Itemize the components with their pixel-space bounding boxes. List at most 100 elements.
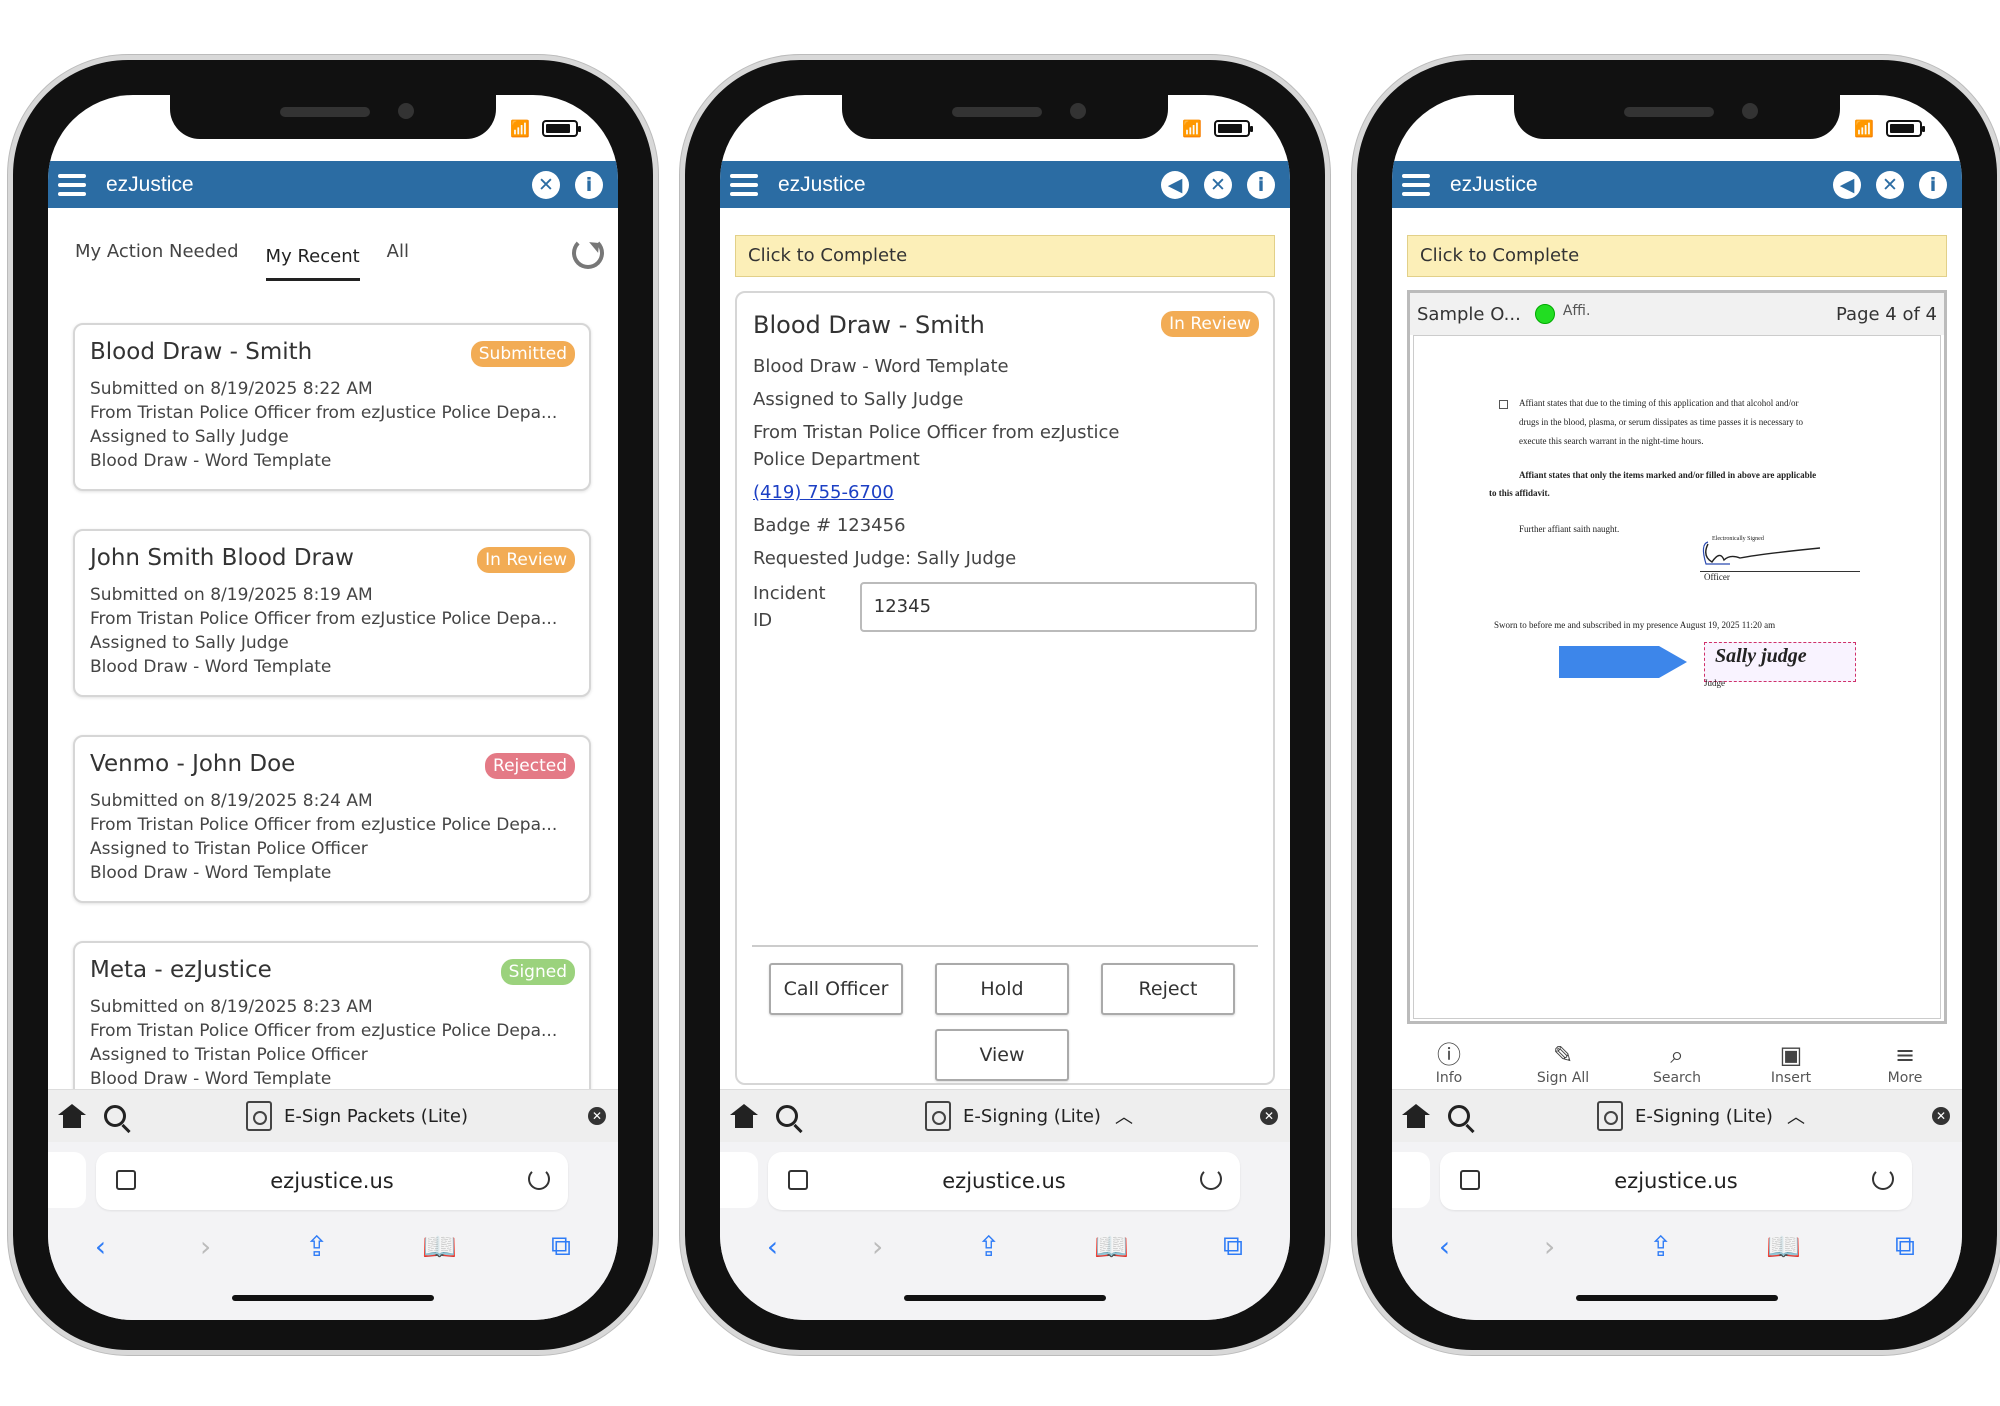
info-icon[interactable]: i xyxy=(1247,170,1275,199)
tabs-icon[interactable]: ⧉ xyxy=(551,1229,571,1263)
close-icon[interactable]: ✕ xyxy=(532,170,560,199)
tabs-icon[interactable]: ⧉ xyxy=(1895,1229,1915,1263)
previous-tab[interactable] xyxy=(720,1152,758,1208)
wifi-icon: 📶 xyxy=(510,119,530,138)
reload-icon[interactable] xyxy=(528,1168,550,1190)
back-arrow-icon[interactable]: ◀ xyxy=(1833,170,1861,199)
signing-doc-icon xyxy=(1597,1101,1624,1131)
previous-tab[interactable] xyxy=(1392,1152,1430,1208)
info-icon[interactable]: i xyxy=(1919,170,1947,199)
back-icon[interactable]: ‹ xyxy=(767,1230,778,1263)
home-indicator xyxy=(904,1295,1106,1301)
search-icon[interactable] xyxy=(104,1105,126,1127)
status-badge: Signed xyxy=(500,959,575,985)
search-icon[interactable] xyxy=(776,1105,798,1127)
officer-signature[interactable]: Electronically Signed xyxy=(1700,534,1860,572)
tab-my-action-needed[interactable]: My Action Needed xyxy=(75,231,239,272)
call-officer-button[interactable]: Call Officer xyxy=(769,963,903,1015)
doc-text: Sworn to before me and subscribed in my … xyxy=(1494,620,1776,630)
reload-icon[interactable] xyxy=(1872,1168,1894,1190)
url-text: ezjustice.us xyxy=(270,1169,394,1193)
packet-card[interactable]: Blood Draw - Smith Submitted Submitted o… xyxy=(73,323,591,491)
close-icon[interactable]: ✕ xyxy=(1876,170,1904,199)
home-indicator xyxy=(232,1295,434,1301)
menu-icon[interactable] xyxy=(1402,173,1430,196)
click-to-complete-banner[interactable]: Click to Complete xyxy=(1407,235,1947,277)
bookmarks-icon[interactable]: 📖 xyxy=(422,1230,457,1263)
sign-here-arrow-icon[interactable] xyxy=(1559,642,1689,682)
document-name[interactable]: Sample O... xyxy=(1417,304,1521,325)
packet-card[interactable]: John Smith Blood Draw In Review Submitte… xyxy=(73,529,591,697)
reload-icon[interactable] xyxy=(1200,1168,1222,1190)
insert-button[interactable]: ▣ Insert xyxy=(1746,1040,1836,1088)
back-icon[interactable]: ‹ xyxy=(95,1230,106,1263)
tabs-icon[interactable]: ⧉ xyxy=(1223,1229,1243,1263)
phone-link[interactable]: (419) 755-6700 xyxy=(753,482,894,503)
share-icon[interactable]: ⇪ xyxy=(305,1230,328,1263)
packet-card[interactable]: Meta - ezJustice Signed Submitted on 8/1… xyxy=(73,941,591,1109)
menu-icon[interactable] xyxy=(58,173,86,196)
page-menu-icon[interactable] xyxy=(1460,1170,1480,1190)
document-page[interactable]: Affiant states that due to the timing of… xyxy=(1413,335,1941,1019)
view-button[interactable]: View xyxy=(935,1029,1069,1081)
incident-id-field[interactable]: 12345 xyxy=(859,582,1257,632)
bottom-bar: E-Signing (Lite) ︿ ✕ xyxy=(1392,1089,1962,1142)
document-viewer: Sample O... Affi. Page 4 of 4 Affiant st… xyxy=(1407,290,1947,1024)
hold-button[interactable]: Hold xyxy=(935,963,1069,1015)
search-icon[interactable] xyxy=(1448,1105,1470,1127)
home-icon[interactable] xyxy=(1402,1104,1430,1128)
phone-frame-1: 📶 ezJustice ✕ i My Action Needed My Rece… xyxy=(8,55,658,1355)
back-icon[interactable]: ‹ xyxy=(1439,1230,1450,1263)
forward-icon[interactable]: › xyxy=(1544,1230,1555,1263)
bottom-bar-title: E-Sign Packets (Lite) xyxy=(283,1105,469,1127)
status-dot xyxy=(1534,304,1555,324)
app-header: ezJustice ◀ ✕ i xyxy=(720,161,1290,208)
packet-card[interactable]: Venmo - John Doe Rejected Submitted on 8… xyxy=(73,735,591,903)
home-icon[interactable] xyxy=(58,1104,86,1128)
home-icon[interactable] xyxy=(730,1104,758,1128)
address-bar[interactable]: ezjustice.us xyxy=(768,1152,1240,1210)
url-text: ezjustice.us xyxy=(942,1169,1066,1193)
more-button[interactable]: ≡ More xyxy=(1860,1040,1950,1088)
app-title: ezJustice xyxy=(778,172,866,196)
status-badge: Rejected xyxy=(485,753,575,779)
divider xyxy=(752,945,1258,947)
close-icon[interactable]: ✕ xyxy=(1932,1107,1950,1125)
share-icon[interactable]: ⇪ xyxy=(977,1230,1000,1263)
judge-signature-box[interactable]: Sally judge xyxy=(1704,642,1856,682)
forward-icon[interactable]: › xyxy=(872,1230,883,1263)
address-bar[interactable]: ezjustice.us xyxy=(1440,1152,1912,1210)
tab-all[interactable]: All xyxy=(387,231,409,272)
back-arrow-icon[interactable]: ◀ xyxy=(1161,170,1189,199)
info-icon[interactable]: i xyxy=(575,170,603,199)
close-icon[interactable]: ✕ xyxy=(1260,1107,1278,1125)
search-button[interactable]: ⌕ Search xyxy=(1632,1040,1722,1088)
tab-my-recent[interactable]: My Recent xyxy=(265,236,360,281)
share-icon[interactable]: ⇪ xyxy=(1649,1230,1672,1263)
sign-all-button[interactable]: ✎ Sign All xyxy=(1518,1040,1608,1088)
close-icon[interactable]: ✕ xyxy=(1204,170,1232,199)
info-button[interactable]: ⓘ Info xyxy=(1404,1040,1494,1088)
page-menu-icon[interactable] xyxy=(788,1170,808,1190)
bookmarks-icon[interactable]: 📖 xyxy=(1094,1230,1129,1263)
refresh-icon[interactable] xyxy=(572,237,604,269)
previous-tab[interactable] xyxy=(48,1152,86,1208)
address-bar[interactable]: ezjustice.us xyxy=(96,1152,568,1210)
badge-number: Badge # 123456 xyxy=(753,515,906,536)
pencil-icon: ✎ xyxy=(1552,1041,1574,1069)
card-submitted: Submitted on 8/19/2025 8:19 AM xyxy=(90,585,373,605)
template-name: Blood Draw - Word Template xyxy=(753,356,1009,377)
browser-toolbar: ezjustice.us ‹ › ⇪ 📖 ⧉ xyxy=(48,1142,618,1320)
menu-icon[interactable] xyxy=(730,173,758,196)
click-to-complete-banner[interactable]: Click to Complete xyxy=(735,235,1275,277)
toolbar-label: More xyxy=(1887,1070,1923,1086)
page-menu-icon[interactable] xyxy=(116,1170,136,1190)
forward-icon[interactable]: › xyxy=(200,1230,211,1263)
bookmarks-icon[interactable]: 📖 xyxy=(1766,1230,1801,1263)
reject-button[interactable]: Reject xyxy=(1101,963,1235,1015)
chevron-up-icon[interactable]: ︿ xyxy=(1115,1103,1133,1129)
status-badge: Submitted xyxy=(470,341,575,367)
image-icon: ▣ xyxy=(1779,1041,1803,1069)
chevron-up-icon[interactable]: ︿ xyxy=(1787,1103,1805,1129)
close-icon[interactable]: ✕ xyxy=(588,1107,606,1125)
